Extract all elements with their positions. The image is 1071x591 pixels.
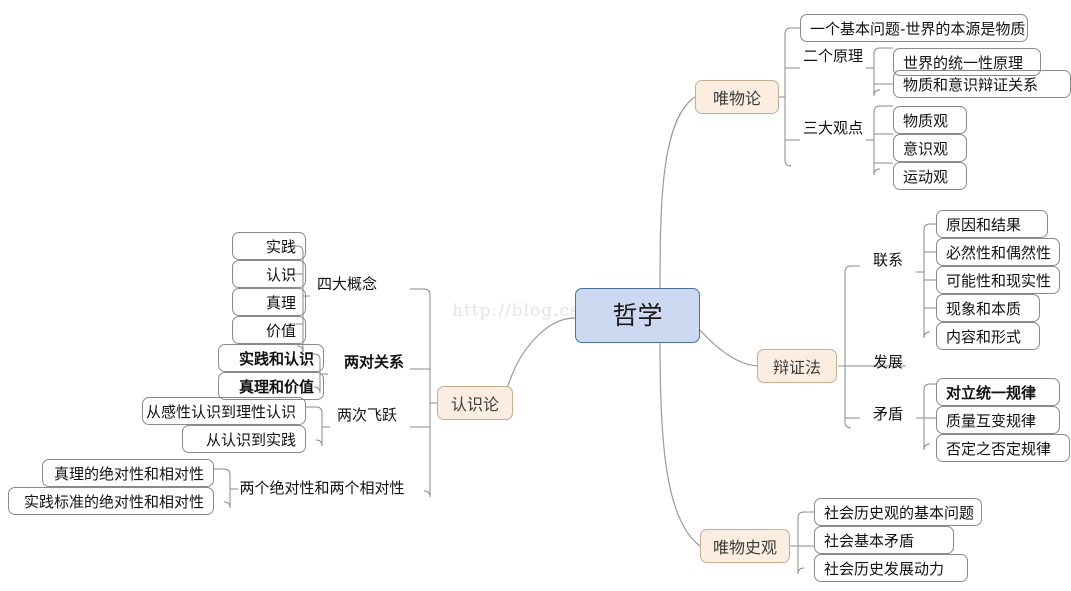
leaf-unity-of-opposites-law[interactable]: 对立统一规律: [936, 378, 1060, 406]
branch-node-renshilun[interactable]: 认识论: [437, 386, 513, 420]
leaf-label: 真理和价值: [238, 377, 314, 396]
leaf-weiwulun-basic-question[interactable]: 一个基本问题-世界的本源是物质: [800, 14, 1028, 42]
leaf-perceptual-to-rational[interactable]: 从感性认识到理性认识: [142, 397, 306, 425]
mid-label-text: 联系: [872, 251, 903, 269]
leaf-label: 社会历史发展动力: [824, 559, 945, 578]
leaf-social-development-force[interactable]: 社会历史发展动力: [814, 554, 968, 582]
leaf-label: 真理的绝对性和相对性: [53, 464, 204, 483]
leaf-truth[interactable]: 真理: [232, 288, 306, 316]
leaf-label: 必然性和偶然性: [946, 243, 1052, 262]
mid-label-bianzhengfa-lianxi[interactable]: 联系: [860, 250, 916, 272]
leaf-label: 物质和意识辩证关系: [903, 75, 1039, 94]
leaf-label: 社会历史观的基本问题: [824, 503, 975, 522]
branch-label-weiwushiguan: 唯物史观: [712, 538, 777, 557]
leaf-label: 质量互变规律: [946, 411, 1037, 430]
leaf-label: 现象和本质: [946, 299, 1022, 318]
mid-label-text: 三大观点: [802, 119, 863, 137]
mid-label-renshilun-relations[interactable]: 两对关系: [328, 352, 420, 374]
mid-label-bianzhengfa-fazhan[interactable]: 发展: [860, 352, 916, 374]
mid-label-weiwulun-views[interactable]: 三大观点: [800, 118, 866, 140]
leaf-cognition[interactable]: 认识: [232, 260, 306, 288]
leaf-cause-effect[interactable]: 原因和结果: [936, 210, 1048, 238]
leaf-label: 实践: [265, 237, 296, 256]
branch-label-weiwulun: 唯物论: [712, 89, 761, 108]
leaf-truth-absoluteness-relativity[interactable]: 真理的绝对性和相对性: [42, 459, 214, 487]
mid-label-renshilun-concepts[interactable]: 四大概念: [310, 274, 384, 296]
branch-label-renshilun: 认识论: [450, 395, 499, 414]
leaf-content-form[interactable]: 内容和形式: [936, 322, 1040, 350]
mid-label-text: 四大概念: [316, 275, 377, 293]
leaf-consciousness-view[interactable]: 意识观: [893, 134, 967, 162]
mid-label-text: 两个绝对性和两个相对性: [239, 479, 405, 497]
leaf-label: 运动观: [903, 167, 949, 186]
root-node-label: 哲学: [612, 301, 663, 330]
mid-label-text: 二个原理: [802, 47, 863, 65]
branch-label-bianzhengfa: 辩证法: [772, 358, 821, 377]
leaf-possibility-reality[interactable]: 可能性和现实性: [936, 266, 1060, 294]
leaf-label: 否定之否定规律: [946, 439, 1052, 458]
leaf-label: 一个基本问题-世界的本源是物质: [810, 19, 1026, 38]
mid-label-text: 两次飞跃: [336, 406, 397, 424]
mid-label-renshilun-leaps[interactable]: 两次飞跃: [330, 405, 404, 427]
leaf-negation-of-negation-law[interactable]: 否定之否定规律: [936, 434, 1070, 462]
leaf-motion-view[interactable]: 运动观: [893, 162, 967, 190]
leaf-label: 可能性和现实性: [946, 271, 1052, 290]
leaf-label: 真理: [265, 293, 296, 312]
leaf-matter-view[interactable]: 物质观: [893, 106, 967, 134]
mid-label-text: 两对关系: [343, 353, 404, 371]
branch-node-weiwushiguan[interactable]: 唯物史观: [700, 529, 790, 563]
leaf-label: 实践和认识: [238, 349, 314, 368]
leaf-social-history-basic-question[interactable]: 社会历史观的基本问题: [814, 498, 982, 526]
leaf-label: 内容和形式: [946, 327, 1022, 346]
leaf-label: 认识: [265, 265, 296, 284]
leaf-label: 原因和结果: [946, 215, 1022, 234]
mid-label-renshilun-absolutes[interactable]: 两个绝对性和两个相对性: [238, 478, 406, 500]
leaf-social-basic-contradiction[interactable]: 社会基本矛盾: [814, 526, 954, 554]
leaf-label: 从认识到实践: [205, 430, 296, 449]
leaf-practice-and-cognition[interactable]: 实践和认识: [218, 344, 324, 372]
leaf-truth-and-value[interactable]: 真理和价值: [218, 372, 324, 400]
branch-node-weiwulun[interactable]: 唯物论: [695, 80, 779, 114]
mid-label-weiwulun-principles[interactable]: 二个原理: [800, 46, 866, 68]
mid-label-bianzhengfa-maodun[interactable]: 矛盾: [860, 404, 916, 426]
leaf-label: 对立统一规律: [946, 383, 1037, 402]
leaf-practice-standard-absoluteness-relativity[interactable]: 实践标准的绝对性和相对性: [8, 487, 214, 515]
leaf-label: 从感性认识到理性认识: [145, 402, 296, 421]
leaf-necessity-contingency[interactable]: 必然性和偶然性: [936, 238, 1060, 266]
leaf-quantity-quality-law[interactable]: 质量互变规律: [936, 406, 1060, 434]
leaf-label: 价值: [265, 321, 296, 340]
leaf-value[interactable]: 价值: [232, 316, 306, 344]
branch-node-bianzhengfa[interactable]: 辩证法: [757, 349, 837, 383]
leaf-appearance-essence[interactable]: 现象和本质: [936, 294, 1040, 322]
leaf-cognition-to-practice[interactable]: 从认识到实践: [182, 425, 306, 453]
leaf-label: 实践标准的绝对性和相对性: [23, 492, 204, 511]
leaf-label: 意识观: [903, 139, 949, 158]
mid-label-text: 矛盾: [872, 405, 903, 423]
leaf-practice[interactable]: 实践: [232, 232, 306, 260]
leaf-matter-consciousness-relation[interactable]: 物质和意识辩证关系: [893, 70, 1071, 98]
leaf-label: 物质观: [903, 111, 949, 130]
mindmap-canvas: http://blog.csdn.net/ 哲学 唯物论 一个基本问题-世界的本…: [0, 0, 1071, 591]
leaf-label: 社会基本矛盾: [824, 531, 915, 550]
mid-label-text: 发展: [872, 353, 903, 371]
root-node-philosophy[interactable]: 哲学: [575, 288, 700, 343]
